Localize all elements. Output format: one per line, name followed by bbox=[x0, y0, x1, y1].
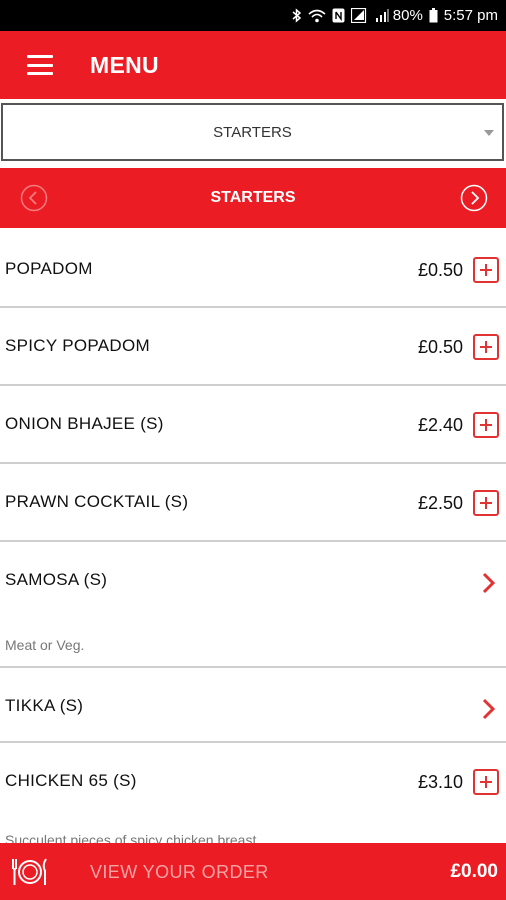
hamburger-icon[interactable] bbox=[27, 55, 53, 75]
menu-item[interactable]: SAMOSA (S) Meat or Veg. bbox=[0, 542, 506, 668]
menu-item-name: ONION BHAJEE (S) bbox=[5, 414, 164, 433]
menu-item[interactable]: POPADOM £0.50 bbox=[0, 231, 506, 308]
category-dropdown[interactable]: STARTERS bbox=[1, 103, 504, 161]
menu-item-price: £0.50 bbox=[417, 260, 463, 280]
menu-item-list: POPADOM £0.50 SPICY POPADOM £0.50 ONION … bbox=[0, 231, 506, 843]
add-to-order-button[interactable] bbox=[473, 412, 499, 438]
wifi-icon bbox=[308, 9, 326, 23]
view-order-label: VIEW YOUR ORDER bbox=[90, 862, 269, 882]
menu-item[interactable]: TIKKA (S) bbox=[0, 668, 506, 743]
add-to-order-button[interactable] bbox=[473, 257, 499, 283]
menu-item-name: SAMOSA (S) bbox=[5, 570, 108, 589]
menu-item[interactable]: ONION BHAJEE (S) £2.40 bbox=[0, 386, 506, 464]
dropdown-caret-icon bbox=[484, 130, 494, 136]
battery-percent: 80% bbox=[392, 7, 423, 24]
menu-item[interactable]: PRAWN COCKTAIL (S) £2.50 bbox=[0, 464, 506, 542]
add-to-order-button[interactable] bbox=[473, 769, 499, 795]
order-total: £0.00 bbox=[450, 861, 498, 882]
menu-item-price: £2.50 bbox=[417, 493, 463, 513]
chevron-right-icon[interactable] bbox=[482, 572, 496, 594]
menu-item-name: POPADOM bbox=[5, 259, 93, 278]
menu-item-name: CHICKEN 65 (S) bbox=[5, 771, 137, 790]
menu-item-price: £0.50 bbox=[417, 337, 463, 357]
signal-icon bbox=[375, 8, 389, 23]
menu-item-description: Meat or Veg. bbox=[5, 637, 85, 653]
chevron-left-circle-icon[interactable] bbox=[20, 184, 48, 212]
nfc-icon bbox=[332, 8, 345, 23]
view-order-bar[interactable]: VIEW YOUR ORDER £0.00 bbox=[0, 843, 506, 900]
menu-item-price: £3.10 bbox=[417, 772, 463, 792]
menu-item-name: TIKKA (S) bbox=[5, 696, 84, 715]
add-to-order-button[interactable] bbox=[473, 490, 499, 516]
category-dropdown-value: STARTERS bbox=[213, 123, 292, 141]
menu-item[interactable]: SPICY POPADOM £0.50 bbox=[0, 308, 506, 386]
chevron-right-circle-icon[interactable] bbox=[460, 184, 488, 212]
menu-item[interactable]: CHICKEN 65 (S) £3.10 Succulent pieces of… bbox=[0, 743, 506, 843]
menu-item-name: SPICY POPADOM bbox=[5, 336, 150, 355]
section-title: STARTERS bbox=[210, 189, 296, 206]
menu-item-description: Succulent pieces of spicy chicken breast bbox=[5, 832, 257, 843]
status-bar: 80% 5:57 pm bbox=[0, 0, 506, 31]
menu-item-name: PRAWN COCKTAIL (S) bbox=[5, 492, 189, 511]
app-bar: MENU bbox=[0, 31, 506, 99]
add-to-order-button[interactable] bbox=[473, 334, 499, 360]
menu-item-price: £2.40 bbox=[417, 415, 463, 435]
status-time: 5:57 pm bbox=[443, 7, 498, 24]
plate-cutlery-icon bbox=[12, 858, 47, 885]
page-title: MENU bbox=[90, 51, 159, 78]
section-header: STARTERS bbox=[0, 168, 506, 228]
bluetooth-icon bbox=[292, 8, 302, 23]
signal-icon bbox=[350, 8, 369, 23]
chevron-right-icon[interactable] bbox=[482, 698, 496, 720]
battery-icon bbox=[429, 8, 438, 23]
